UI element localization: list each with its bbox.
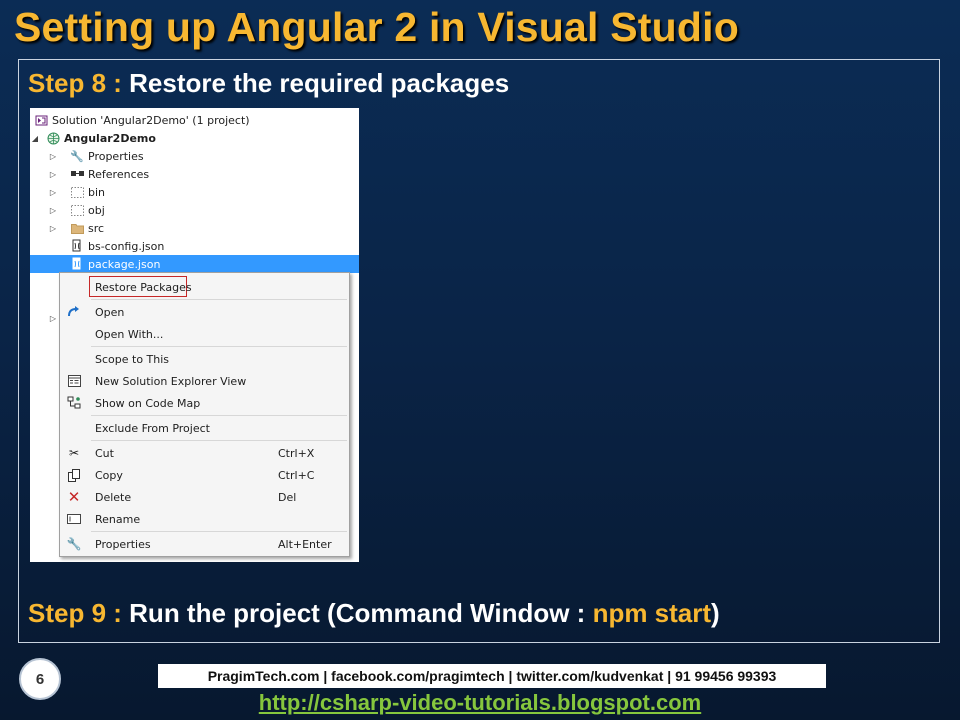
collapsed-arrow-icon[interactable]: ▷ [48,170,58,179]
menu-label: Cut [95,446,114,460]
menu-item-delete[interactable]: ✕ Delete Del [60,487,349,507]
rename-icon [66,511,82,527]
menu-item-new-solution-explorer-view[interactable]: New Solution Explorer View [60,371,349,391]
tree-project-label: Angular2Demo [64,131,156,145]
step-9-text: Run the project (Command Window : [129,598,593,628]
menu-item-properties[interactable]: 🔧 Properties Alt+Enter [60,534,349,554]
collapsed-arrow-icon[interactable]: ▷ [48,206,58,215]
menu-label: Copy [95,468,123,482]
context-menu: Restore Packages Open Open With... Scope… [59,272,350,557]
tree-item-bin[interactable]: ▷ bin [30,183,359,201]
tree-item-package-json[interactable]: package.json [30,255,359,273]
menu-shortcut: Ctrl+X [278,446,315,460]
folder-icon [70,221,84,235]
menu-label: Delete [95,490,132,504]
step-8-label: Step 8 : [28,68,122,98]
tree-item-src[interactable]: ▷ src [30,219,359,237]
menu-separator [91,531,347,532]
json-file-icon [70,239,84,253]
menu-shortcut: Alt+Enter [278,537,332,551]
menu-label: Rename [95,512,141,526]
menu-item-scope-to-this[interactable]: Scope to This [60,349,349,369]
step-9-text-end: ) [711,598,720,628]
step-8-text: Restore the required packages [129,68,510,98]
open-arrow-icon [66,304,82,320]
tree-item-label: obj [88,203,105,217]
step-9-heading: Step 9 : Run the project (Command Window… [28,598,720,629]
hidden-folder-icon [70,203,84,217]
menu-item-show-on-code-map[interactable]: Show on Code Map [60,393,349,413]
tree-solution-label: Solution 'Angular2Demo' (1 project) [52,113,250,127]
tree-item-references[interactable]: ▷ References [30,165,359,183]
scissors-icon: ✂ [68,446,80,460]
menu-label: Open [95,305,125,319]
delete-x-icon: ✕ [67,488,81,506]
collapsed-arrow-icon[interactable]: ▷ [48,188,58,197]
menu-label: Scope to This [95,352,170,366]
menu-label: Show on Code Map [95,396,201,410]
step-9-label: Step 9 : [28,598,122,628]
blog-link[interactable]: http://csharp-video-tutorials.blogspot.c… [0,690,960,716]
new-view-icon [66,373,82,389]
menu-item-open-with[interactable]: Open With... [60,324,349,344]
collapsed-arrow-icon[interactable]: ▷ [48,152,58,161]
tree-item-label: bin [88,185,106,199]
menu-item-restore-packages[interactable]: Restore Packages [60,277,349,297]
tree-item-properties[interactable]: ▷ 🔧 Properties [30,147,359,165]
tree-solution[interactable]: Solution 'Angular2Demo' (1 project) [30,111,359,129]
menu-item-exclude-from-project[interactable]: Exclude From Project [60,418,349,438]
menu-label: New Solution Explorer View [95,374,247,388]
code-map-icon [66,395,82,411]
json-file-icon [70,257,84,271]
vs-solution-icon [34,113,48,127]
copy-icon [66,467,82,483]
web-project-icon [46,131,60,145]
slide-title: Setting up Angular 2 in Visual Studio [14,4,739,50]
menu-item-open[interactable]: Open [60,302,349,322]
tree-item-bs-config[interactable]: bs-config.json [30,237,359,255]
menu-shortcut: Ctrl+C [278,468,315,482]
menu-label: Restore Packages [95,280,192,294]
collapsed-arrow-icon[interactable]: ▷ [48,224,58,233]
menu-separator [91,346,347,347]
menu-label: Properties [95,537,151,551]
expanded-arrow-icon[interactable]: ◢ [30,134,40,143]
tree-item-label: Properties [88,149,144,163]
tree-item-label: package.json [88,257,161,271]
wrench-icon: 🔧 [66,537,82,551]
references-icon [70,167,84,181]
menu-shortcut: Del [278,490,297,504]
menu-separator [91,299,347,300]
tree-project[interactable]: ◢ Angular2Demo [30,129,359,147]
tree-item-label: src [88,221,105,235]
tree-item-obj[interactable]: ▷ obj [30,201,359,219]
tree-item-label: References [88,167,150,181]
wrench-icon: 🔧 [70,149,84,163]
tree-item-label: bs-config.json [88,239,165,253]
menu-separator [91,415,347,416]
menu-item-copy[interactable]: Copy Ctrl+C [60,465,349,485]
contact-bar: PragimTech.com | facebook.com/pragimtech… [158,664,826,688]
menu-label: Exclude From Project [95,421,210,435]
menu-separator [91,440,347,441]
collapsed-arrow-icon[interactable]: ▷ [48,314,58,323]
menu-label: Open With... [95,327,164,341]
step-8-heading: Step 8 : Restore the required packages [28,68,509,99]
hidden-folder-icon [70,185,84,199]
menu-item-cut[interactable]: ✂ Cut Ctrl+X [60,443,349,463]
menu-item-rename[interactable]: Rename [60,509,349,529]
step-9-command: npm start [592,598,712,628]
